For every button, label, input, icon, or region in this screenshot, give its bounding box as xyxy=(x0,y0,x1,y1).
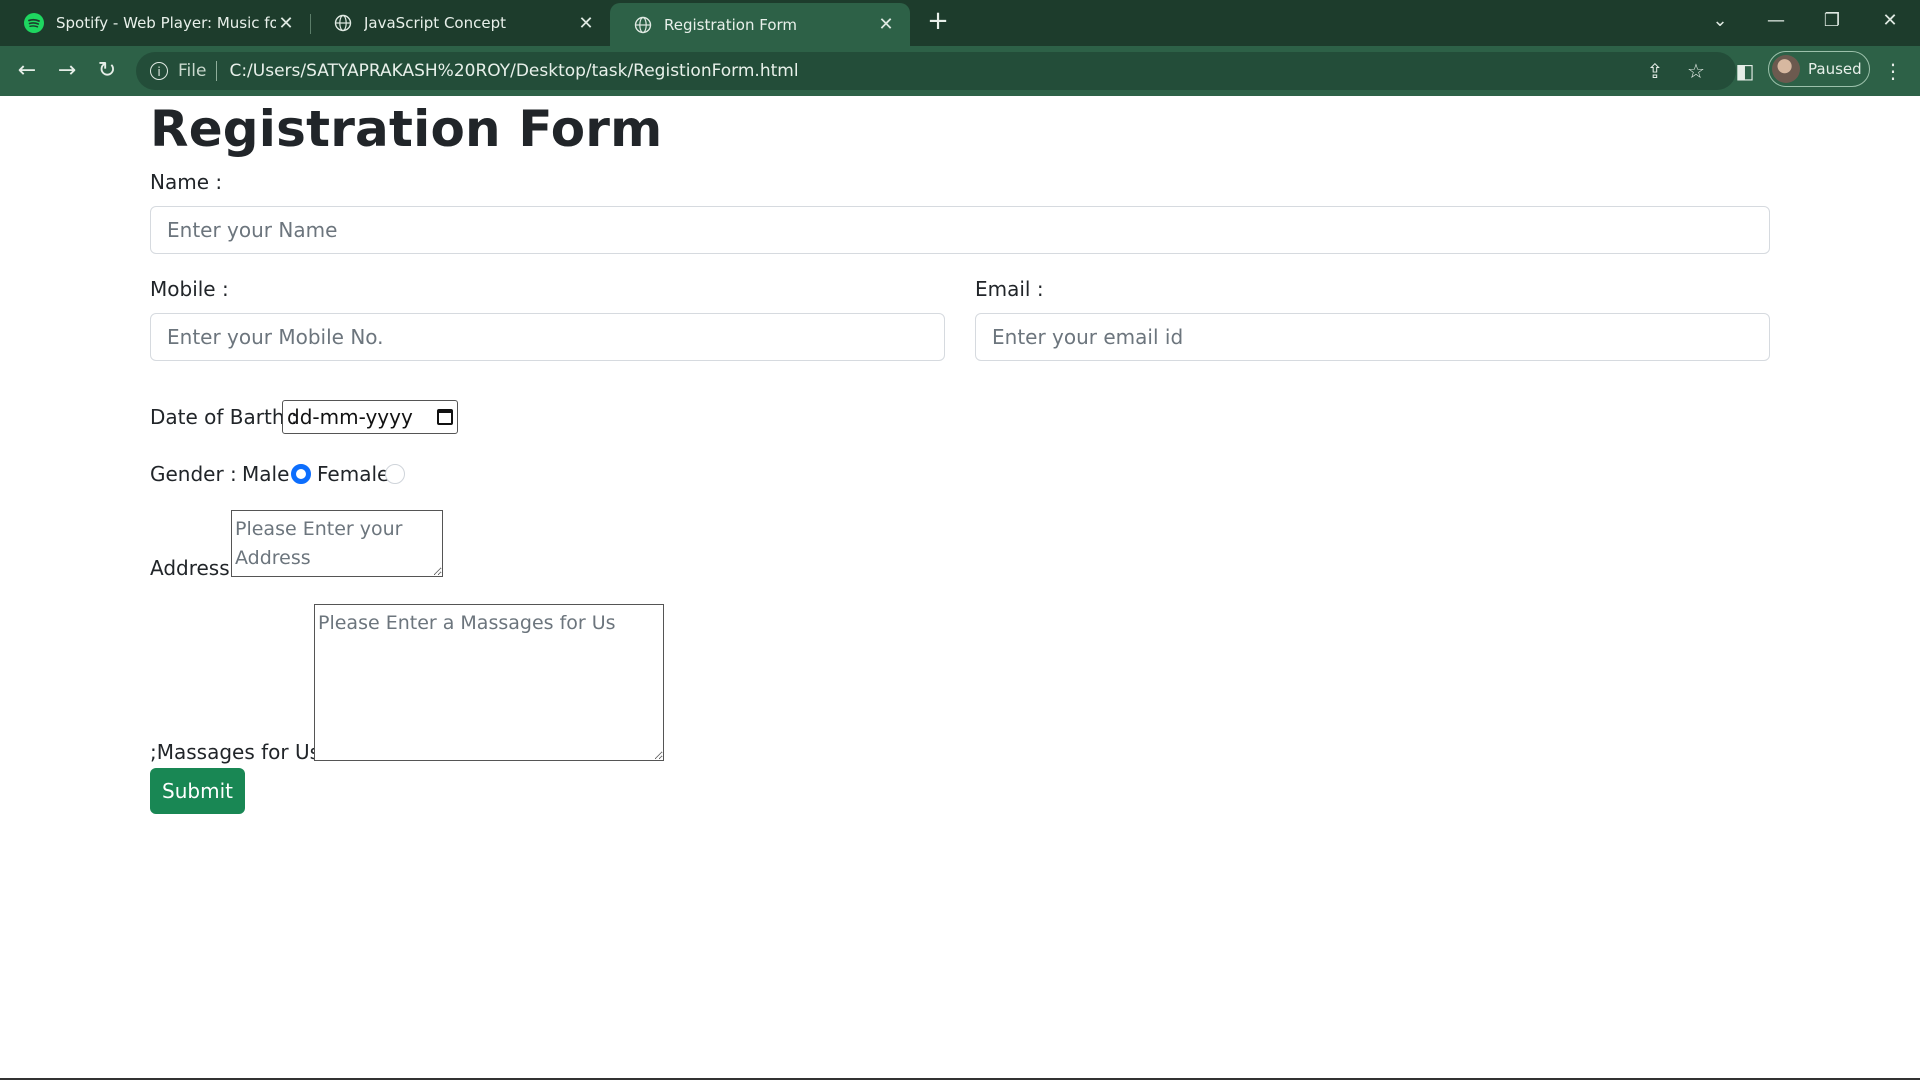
side-panel-icon: ◧ xyxy=(1735,59,1755,83)
message-label: ;Massages for Us : xyxy=(150,740,334,764)
divider xyxy=(216,61,218,81)
calendar-icon[interactable] xyxy=(437,409,453,425)
forward-button[interactable]: → xyxy=(52,56,82,86)
email-label: Email : xyxy=(975,277,1044,301)
globe-icon xyxy=(634,16,652,33)
gender-female-radio[interactable] xyxy=(385,464,405,484)
tab-title: Spotify - Web Player: Music for e xyxy=(56,14,276,32)
email-input[interactable] xyxy=(975,313,1770,361)
browser-tab-strip: Spotify - Web Player: Music for e ✕ Java… xyxy=(0,0,1920,46)
dob-label: Date of Barth : xyxy=(150,405,298,429)
new-tab-button[interactable]: + xyxy=(922,6,954,38)
mobile-input[interactable] xyxy=(150,313,945,361)
page-title: Registration Form xyxy=(150,100,663,158)
address-label: Address: xyxy=(150,556,237,580)
message-textarea[interactable] xyxy=(314,604,664,761)
share-button[interactable]: ⇪ xyxy=(1640,56,1670,86)
tab-title: Registration Form xyxy=(664,15,798,34)
tab-registration-form[interactable]: Registration Form ✕ xyxy=(610,3,910,46)
window-close-button[interactable]: ✕ xyxy=(1870,6,1910,36)
close-icon[interactable]: ✕ xyxy=(576,13,596,34)
dob-date-input[interactable]: dd-mm-yyyy xyxy=(282,400,458,434)
address-bar[interactable]: i File C:/Users/SATYAPRAKASH%20ROY/Deskt… xyxy=(136,52,1736,90)
menu-button[interactable]: ⋮ xyxy=(1878,56,1908,86)
reload-icon: ↻ xyxy=(97,58,117,83)
kebab-menu-icon: ⋮ xyxy=(1883,59,1903,83)
gender-option-female-label: Female xyxy=(317,462,390,486)
star-icon: ☆ xyxy=(1687,59,1705,83)
spotify-icon xyxy=(24,13,44,33)
tab-spotify[interactable]: Spotify - Web Player: Music for e ✕ xyxy=(0,4,310,42)
profile-status: Paused xyxy=(1808,60,1862,78)
dob-value: dd-mm-yyyy xyxy=(287,405,413,429)
plus-icon: + xyxy=(927,6,949,36)
name-input[interactable] xyxy=(150,206,1770,254)
avatar xyxy=(1772,55,1800,83)
submit-button[interactable]: Submit xyxy=(150,768,245,814)
close-icon[interactable]: ✕ xyxy=(876,14,896,35)
globe-icon xyxy=(334,14,352,32)
restore-icon: ❐ xyxy=(1823,10,1841,31)
close-icon[interactable]: ✕ xyxy=(276,13,296,34)
profile-button[interactable]: Paused xyxy=(1768,51,1870,87)
minimize-button[interactable]: — xyxy=(1756,6,1796,36)
browser-toolbar: ← → ↻ i File C:/Users/SATYAPRAKASH%20ROY… xyxy=(0,46,1920,96)
gender-male-radio[interactable] xyxy=(291,464,311,484)
reload-button[interactable]: ↻ xyxy=(92,56,122,86)
name-label: Name : xyxy=(150,170,223,194)
close-icon: ✕ xyxy=(1882,10,1898,31)
page-content: Registration Form Name : Mobile : Email … xyxy=(0,96,1920,1080)
restore-button[interactable]: ❐ xyxy=(1812,6,1852,36)
tab-search-button[interactable]: ⌄ xyxy=(1700,6,1740,36)
minimize-icon: — xyxy=(1767,10,1785,31)
back-button[interactable]: ← xyxy=(12,56,42,86)
info-icon[interactable]: i xyxy=(150,62,168,80)
url-text[interactable]: C:/Users/SATYAPRAKASH%20ROY/Desktop/task… xyxy=(229,61,798,81)
bookmark-button[interactable]: ☆ xyxy=(1681,56,1711,86)
arrow-right-icon: → xyxy=(57,58,77,83)
address-textarea[interactable] xyxy=(231,510,443,577)
side-panel-button[interactable]: ◧ xyxy=(1730,56,1760,86)
tab-title: JavaScript Concept xyxy=(364,14,506,32)
url-scheme: File xyxy=(178,61,207,81)
share-icon: ⇪ xyxy=(1646,59,1664,83)
gender-option-male-label: Male xyxy=(242,462,290,486)
tab-javascript-concept[interactable]: JavaScript Concept ✕ xyxy=(310,4,610,42)
mobile-label: Mobile : xyxy=(150,277,229,301)
chevron-down-icon: ⌄ xyxy=(1712,10,1728,31)
arrow-left-icon: ← xyxy=(17,58,37,83)
gender-label: Gender : xyxy=(150,462,237,486)
